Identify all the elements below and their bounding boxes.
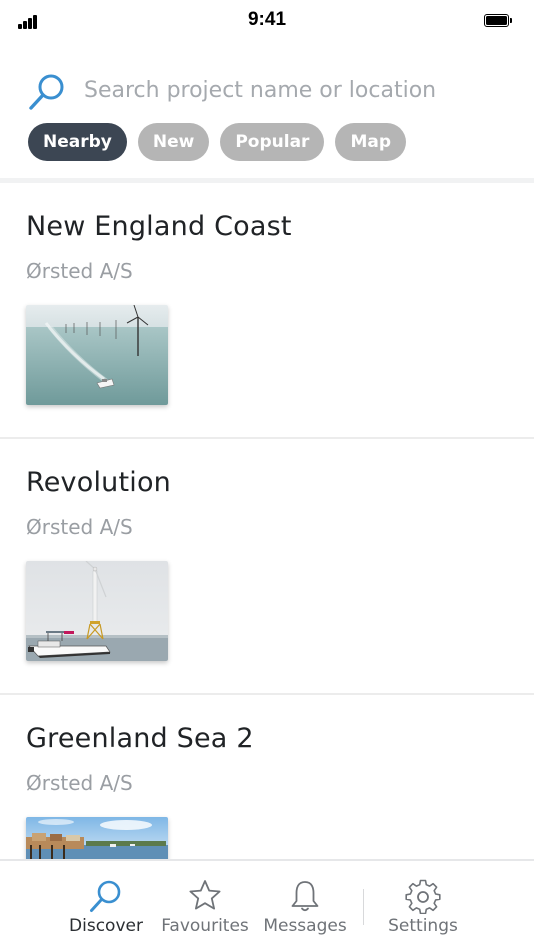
tab-favourites[interactable]: Favourites <box>155 861 255 950</box>
project-owner: Ørsted A/S <box>26 259 133 283</box>
tab-discover[interactable]: Discover <box>60 861 152 950</box>
search-icon <box>90 880 121 912</box>
filter-chip-map[interactable]: Map <box>335 123 406 161</box>
star-icon <box>189 880 221 910</box>
status-time: 9:41 <box>247 9 287 30</box>
filter-chip-nearby[interactable]: Nearby <box>28 123 127 161</box>
project-card[interactable]: New England Coast Ørsted A/S <box>0 183 534 439</box>
project-card[interactable]: Greenland Sea 2 Ørsted A/S <box>0 695 534 859</box>
bell-icon <box>291 881 319 912</box>
project-title: New England Coast <box>26 211 292 242</box>
filter-chip-new[interactable]: New <box>137 123 210 161</box>
project-title: Greenland Sea 2 <box>26 723 254 754</box>
status-bar: 9:41 <box>0 0 534 44</box>
project-owner: Ørsted A/S <box>26 515 133 539</box>
project-card[interactable]: Revolution Ørsted A/S <box>0 439 534 695</box>
gear-icon <box>405 879 441 914</box>
tab-messages[interactable]: Messages <box>258 861 352 950</box>
search-bar[interactable] <box>0 64 534 116</box>
tab-label: Settings <box>388 916 458 936</box>
search-icon <box>29 74 64 110</box>
battery-full-icon <box>484 14 512 27</box>
coastal-town-photo[interactable] <box>26 817 168 859</box>
tab-settings[interactable]: Settings <box>378 861 468 950</box>
wind-turbine-foundation-boat-photo[interactable] <box>26 561 168 661</box>
tab-separator <box>363 889 364 925</box>
tab-bar: Discover Favourites Messages Settings <box>0 859 534 950</box>
tab-label: Messages <box>263 916 347 936</box>
project-title: Revolution <box>26 467 171 498</box>
search-input[interactable] <box>84 72 504 108</box>
tab-label: Discover <box>69 916 143 936</box>
filter-chips: Nearby New Popular Map <box>28 123 406 161</box>
project-owner: Ørsted A/S <box>26 771 133 795</box>
filter-chip-popular[interactable]: Popular <box>220 123 325 161</box>
offshore-wind-farm-boat-photo[interactable] <box>26 305 168 405</box>
project-list[interactable]: New England Coast Ørsted A/S Revolution … <box>0 183 534 859</box>
tab-label: Favourites <box>161 916 249 936</box>
